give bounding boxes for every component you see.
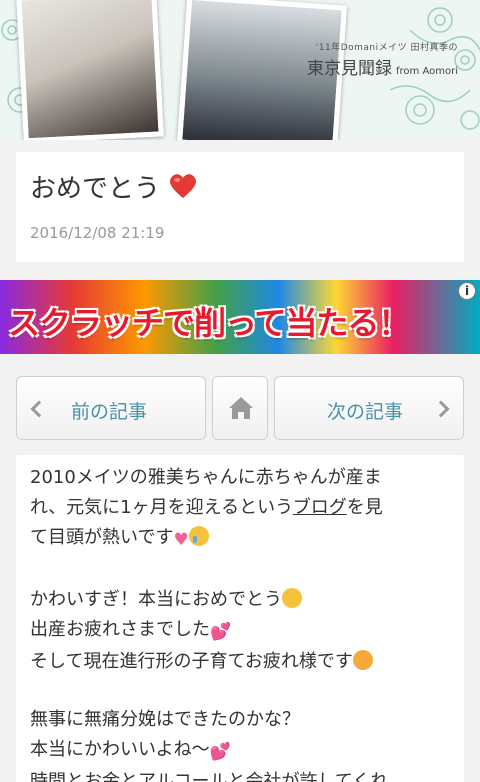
body-text: かわいすぎ！本当におめでとう <box>30 589 282 610</box>
heart-icon <box>170 174 197 198</box>
body-text: て目頭が熱いです <box>30 527 174 548</box>
body-line: 出産お疲れさまでした💕 <box>30 615 373 647</box>
blog-link[interactable]: ブログ <box>293 497 347 518</box>
post-title: おめでとう <box>30 168 198 205</box>
body-line: 時間とお金とアルコールと会社が許してくれ <box>30 771 389 782</box>
body-line: 2010メイツの雅美ちゃんに赤ちゃんが産ま <box>30 467 382 488</box>
paragraph-3: 無事に無痛分娩はできたのかな？ 本当にかわいいよね〜💕 時間とお金とアルコールと… <box>30 705 388 782</box>
blog-title: 東京見聞録 from Aomori <box>307 54 458 79</box>
body-line: て目頭が熱いです♥ <box>30 523 383 555</box>
header-subtitle: '11年Domaniメイツ 田村真季の <box>315 43 458 53</box>
header-photo-woman-mug <box>16 0 164 140</box>
home-icon <box>229 397 253 419</box>
body-text: を見 <box>346 497 383 518</box>
body-text: 本当にかわいいよね〜 <box>30 739 210 760</box>
blog-title-suffix: from Aomori <box>396 66 458 77</box>
post-body: 2010メイツの雅美ちゃんに赤ちゃんが産ま れ、元気に1ヶ月を迎えるというブログ… <box>16 455 464 782</box>
body-line: そして現在進行形の子育てお疲れ様です <box>30 647 373 677</box>
body-text: そして現在進行形の子育てお疲れ様です <box>30 651 353 672</box>
post-header-card: おめでとう 2016/12/08 21:19 <box>16 152 464 262</box>
next-post-button[interactable]: 次の記事 <box>274 376 464 440</box>
paragraph-1: 2010メイツの雅美ちゃんに赤ちゃんが産ま れ、元気に1ヶ月を迎えるというブログ… <box>30 463 383 555</box>
chevron-left-icon <box>30 400 48 418</box>
body-text: 出産お疲れさまでした <box>30 619 210 640</box>
body-text: れ、元気に1ヶ月を迎えるという <box>30 497 293 518</box>
prev-post-button[interactable]: 前の記事 <box>16 376 206 440</box>
paragraph-2: かわいすぎ！本当におめでとう 出産お疲れさまでした💕 そして現在進行形の子育てお… <box>30 585 373 677</box>
pink-heart-icon: ♥ <box>173 530 189 550</box>
body-line: 無事に無痛分娩はできたのかな？ <box>30 709 300 730</box>
next-post-label: 次の記事 <box>327 401 404 423</box>
post-date: 2016/12/08 21:19 <box>30 224 165 242</box>
sparkling-hearts-icon: 💕 <box>209 742 231 762</box>
body-line: かわいすぎ！本当におめでとう <box>30 585 373 615</box>
ad-info-icon[interactable]: i <box>458 282 476 300</box>
chevron-right-icon <box>432 400 450 418</box>
body-line: 本当にかわいいよね〜💕 <box>30 735 388 767</box>
ad-text: スクラッチで削って当たる！ <box>8 304 410 342</box>
post-title-text: おめでとう <box>30 174 161 204</box>
post-navigation: 前の記事 次の記事 <box>16 376 464 440</box>
blog-header-banner[interactable]: '11年Domaniメイツ 田村真季の 東京見聞録 from Aomori <box>0 0 480 140</box>
tired-face-icon <box>352 650 373 670</box>
crying-face-icon <box>188 526 209 546</box>
prev-post-label: 前の記事 <box>71 401 148 423</box>
blog-title-text: 東京見聞録 <box>307 59 393 79</box>
scratch-ad-banner[interactable]: スクラッチで削って当たる！ i <box>0 280 480 354</box>
sparkling-hearts-icon: 💕 <box>210 622 232 642</box>
body-line: れ、元気に1ヶ月を迎えるというブログを見 <box>30 493 383 523</box>
home-button[interactable] <box>212 376 268 440</box>
smiling-face-icon <box>282 588 302 608</box>
